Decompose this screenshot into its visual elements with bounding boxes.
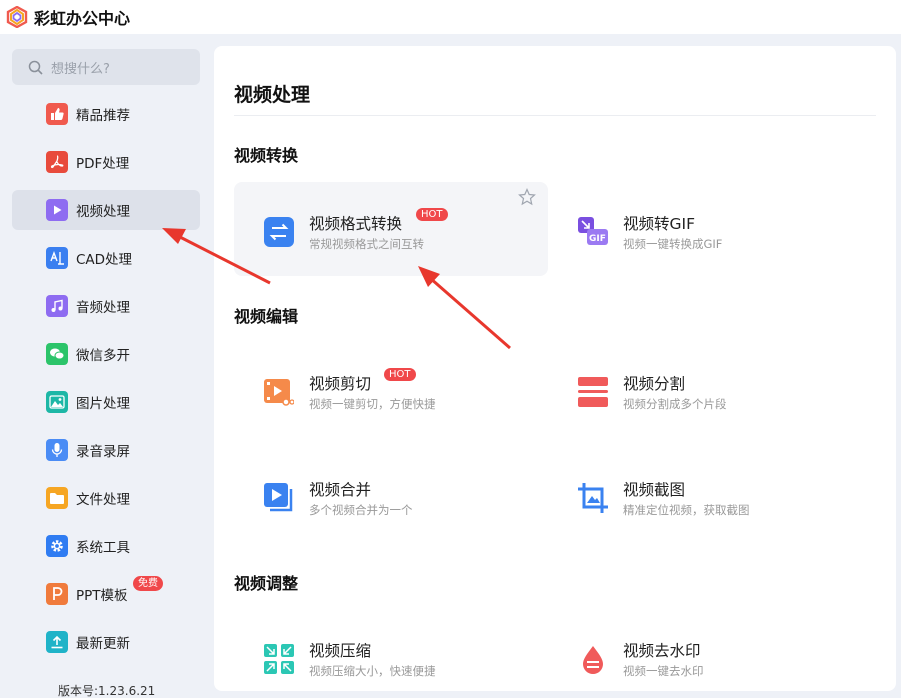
sidebar-item-label: CAD处理 [76,252,133,268]
crop-icon [578,483,608,513]
card-title: 视频剪切 [309,375,372,393]
card-video-to-gif[interactable]: GIF 视频转GIF 视频一键转换成GIF [548,182,862,276]
sidebar-item-cad[interactable]: CAD处理 [12,238,200,278]
card-title: 视频压缩 [309,642,372,660]
card-title: 视频合并 [309,481,372,499]
card-title: 视频截图 [623,481,686,499]
favorite-star-icon[interactable] [518,188,536,206]
sidebar-item-image[interactable]: 图片处理 [12,382,200,422]
sidebar-item-file[interactable]: 文件处理 [12,478,200,518]
split-icon [578,377,608,407]
sidebar-item-updates[interactable]: 最新更新 [12,622,200,662]
card-description: 视频压缩大小，快速便捷 [309,664,436,678]
cad-icon [46,247,68,269]
card-video-screenshot[interactable]: 视频截图 精准定位视频，获取截图 [548,448,862,542]
page-title: 视频处理 [234,84,311,106]
card-title: 视频分割 [623,375,686,393]
sidebar-item-pdf[interactable]: PDF处理 [12,142,200,182]
swap-arrows-icon [264,217,294,247]
gear-icon [46,535,68,557]
thumbs-up-icon [46,103,68,125]
video-cut-icon [264,379,294,406]
music-note-icon [46,295,68,317]
card-description: 多个视频合并为一个 [309,503,413,517]
sidebar-item-recording[interactable]: 录音录屏 [12,430,200,470]
pdf-icon [46,151,68,173]
divider [234,115,876,116]
folder-icon [46,487,68,509]
sidebar-item-label: 文件处理 [76,492,130,508]
card-video-compress[interactable]: 视频压缩 视频压缩大小，快速便捷 [234,609,548,691]
wechat-icon [46,343,68,365]
sidebar-item-featured[interactable]: 精品推荐 [12,94,200,134]
card-description: 视频一键剪切，方便快捷 [309,397,436,411]
hot-badge: HOT [416,208,448,221]
upload-icon [46,631,68,653]
sidebar-item-audio[interactable]: 音频处理 [12,286,200,326]
card-description: 精准定位视频，获取截图 [623,503,750,517]
search-input[interactable]: 想搜什么? [12,49,200,85]
search-placeholder: 想搜什么? [51,61,110,77]
card-video-watermark-remove[interactable]: 视频去水印 视频一键去水印 [548,609,862,691]
sidebar-item-label: PDF处理 [76,156,130,172]
compress-icon [264,644,294,674]
card-video-merge[interactable]: 视频合并 多个视频合并为一个 [234,448,548,542]
microphone-icon [46,439,68,461]
image-icon [46,391,68,413]
play-icon [46,199,68,221]
search-icon [28,60,43,75]
card-video-cut[interactable]: 视频剪切 HOT 视频一键剪切，方便快捷 [234,342,548,436]
card-title: 视频去水印 [623,642,701,660]
watermark-remove-icon [583,646,603,674]
card-description: 视频一键去水印 [623,664,704,678]
sidebar-item-label: 最新更新 [76,636,130,652]
sidebar-item-label: 录音录屏 [76,444,130,460]
section-title: 视频调整 [234,574,299,593]
card-description: 常规视频格式之间互转 [309,237,424,251]
title-bar: 彩虹办公中心 [0,0,901,34]
section-title: 视频编辑 [234,307,299,326]
main-panel: 视频处理 视频转换 视频格式转换 HOT 常规视频格式之间互转 GIF 视频转G… [214,46,896,691]
sidebar-item-label: 系统工具 [76,540,130,556]
ppt-icon [46,583,68,605]
card-description: 视频分割成多个片段 [623,397,727,411]
card-video-split[interactable]: 视频分割 视频分割成多个片段 [548,342,862,436]
gif-icon: GIF [578,217,608,245]
card-description: 视频一键转换成GIF [623,237,723,251]
sidebar-item-wechat[interactable]: 微信多开 [12,334,200,374]
card-title: 视频格式转换 [309,215,403,233]
sidebar-item-label: 音频处理 [76,300,130,316]
sidebar-item-label: PPT模板 [76,588,128,604]
video-merge-icon [264,483,293,512]
sidebar-item-label: 图片处理 [76,396,130,412]
sidebar-item-label: 微信多开 [76,348,130,364]
card-video-format-convert[interactable]: 视频格式转换 HOT 常规视频格式之间互转 [234,182,548,276]
svg-text:GIF: GIF [589,234,606,244]
card-title: 视频转GIF [623,215,695,233]
sidebar-item-ppt[interactable]: PPT模板 免费 [12,574,200,614]
rainbow-logo-icon [6,6,28,28]
app-title: 彩虹办公中心 [34,9,131,28]
sidebar-item-video[interactable]: 视频处理 [12,190,200,230]
sidebar-item-system-tools[interactable]: 系统工具 [12,526,200,566]
version-label: 版本号:1.23.6.21 [58,684,156,698]
free-badge: 免费 [133,576,163,591]
sidebar-item-label: 精品推荐 [76,108,130,124]
section-title: 视频转换 [234,146,299,165]
sidebar-item-label: 视频处理 [76,204,130,220]
sidebar: 想搜什么? 精品推荐 PDF处理 视频处理 CAD处理 音频处理 微信多开 图片… [0,34,212,698]
hot-badge: HOT [384,368,416,381]
